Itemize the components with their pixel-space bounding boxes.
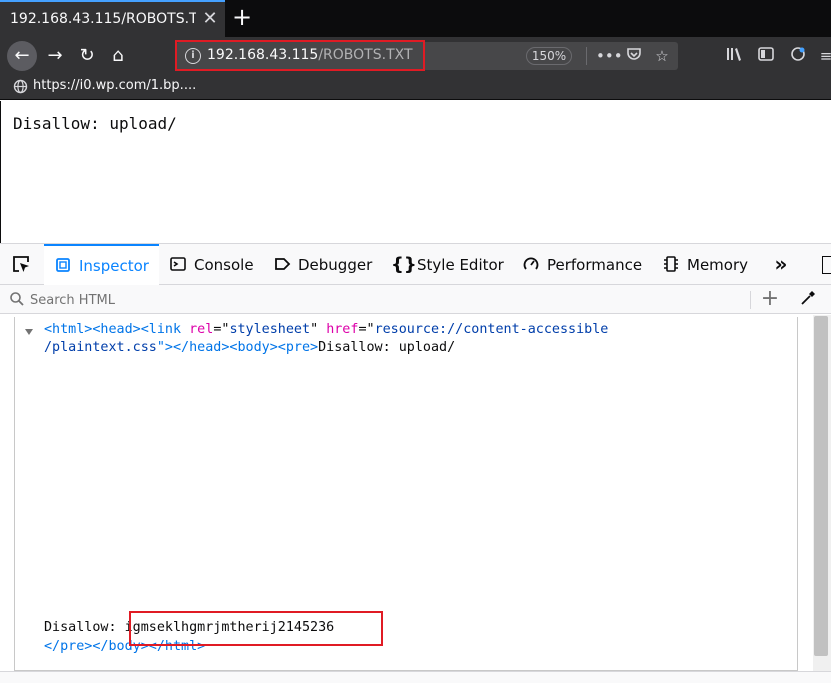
- tab-label: Inspector: [79, 257, 149, 275]
- element-picker-icon[interactable]: [10, 254, 32, 276]
- search-html-input[interactable]: [30, 290, 730, 310]
- secret-prefix: Disallow:: [44, 620, 125, 635]
- plus-icon[interactable]: +: [230, 5, 254, 31]
- markup-view: [0, 315, 831, 671]
- attr-eq: =": [358, 322, 375, 337]
- tab-style-editor[interactable]: {}Style Editor: [391, 244, 504, 285]
- attr-value: /plaintext.css: [44, 340, 157, 355]
- tab-debugger[interactable]: Debugger: [272, 244, 372, 285]
- library-icon[interactable]: [724, 46, 744, 66]
- memory-icon: [661, 244, 681, 285]
- tag-open: <html><head><link: [44, 322, 190, 337]
- bookmark-label: https://i0.wp.com/1.bp....: [33, 78, 197, 93]
- gauge-icon: [521, 244, 541, 285]
- attr-quote: ": [310, 322, 327, 337]
- globe-icon: [13, 79, 28, 94]
- attr-eq: =": [213, 322, 230, 337]
- tab-label: Performance: [547, 256, 643, 274]
- search-html-bar: +: [0, 285, 831, 314]
- tab-label: Style Editor: [417, 256, 504, 274]
- extension-icon[interactable]: [788, 46, 808, 66]
- attr-value: resource://content-accessible: [374, 322, 609, 337]
- zoom-indicator[interactable]: 150%: [526, 47, 572, 65]
- tab-title: 192.168.43.115/ROBOTS.TXT: [10, 11, 196, 27]
- attr-value: stylesheet: [229, 322, 311, 337]
- devtools-options-edge[interactable]: [822, 256, 831, 274]
- url-highlight-box: [175, 40, 425, 71]
- tab-inspector[interactable]: Inspector: [44, 244, 159, 285]
- tab-label: Console: [194, 256, 254, 274]
- tab-label: Debugger: [298, 256, 373, 274]
- close-icon[interactable]: ✕: [199, 8, 221, 30]
- tab-strip: 192.168.43.115/ROBOTS.TXT ✕ +: [0, 0, 831, 37]
- tab-label: Memory: [687, 256, 749, 274]
- search-icon: [9, 291, 27, 307]
- breadcrumb: [0, 671, 831, 683]
- pre-text: Disallow: upload/: [318, 340, 456, 355]
- tab-performance[interactable]: Performance: [521, 244, 642, 285]
- reload-icon[interactable]: ↻: [72, 41, 102, 71]
- eyedropper-icon[interactable]: [797, 289, 819, 311]
- search-separator: [750, 291, 751, 309]
- collapse-twisty-icon[interactable]: [25, 329, 33, 335]
- sidebar-icon[interactable]: [756, 46, 776, 66]
- debugger-icon: [272, 244, 292, 285]
- devtools-toolbar: Inspector Console Debugger {}Style Edito…: [0, 243, 831, 285]
- tag-close: "></head><body><pre>: [156, 340, 319, 355]
- ellipsis-icon[interactable]: •••: [596, 46, 623, 66]
- bookmarks-toolbar: https://i0.wp.com/1.bp....: [0, 74, 831, 100]
- braces-icon: {}: [391, 254, 417, 275]
- star-icon[interactable]: ☆: [652, 46, 672, 66]
- attr-name: rel: [189, 322, 214, 337]
- pocket-icon[interactable]: [624, 46, 644, 66]
- markup-line-html[interactable]: <html><head><link rel="stylesheet" href=…: [44, 321, 608, 339]
- secret-highlight-box: [129, 611, 383, 646]
- tab-memory[interactable]: Memory: [661, 244, 748, 285]
- chevron-double-right-icon[interactable]: »: [769, 253, 793, 277]
- robots-text: Disallow: upload/: [13, 114, 177, 133]
- menu-icon[interactable]: ≡: [816, 46, 831, 66]
- page-content: Disallow: upload/: [0, 101, 831, 243]
- arrow-right-icon[interactable]: →: [40, 41, 70, 71]
- arrow-left-icon[interactable]: ←: [7, 41, 37, 71]
- add-node-icon[interactable]: +: [759, 288, 781, 310]
- markup-scroll-thumb[interactable]: [814, 316, 828, 656]
- tab-robots-txt[interactable]: 192.168.43.115/ROBOTS.TXT ✕: [0, 0, 225, 37]
- home-icon[interactable]: ⌂: [103, 41, 133, 71]
- inspector-icon: [53, 246, 73, 285]
- markup-line-html-cont[interactable]: /plaintext.css"></head><body><pre>Disall…: [44, 339, 455, 357]
- console-icon: [168, 244, 188, 285]
- attr-name: href: [326, 322, 359, 337]
- tab-console[interactable]: Console: [168, 244, 254, 285]
- url-separator: [586, 47, 587, 65]
